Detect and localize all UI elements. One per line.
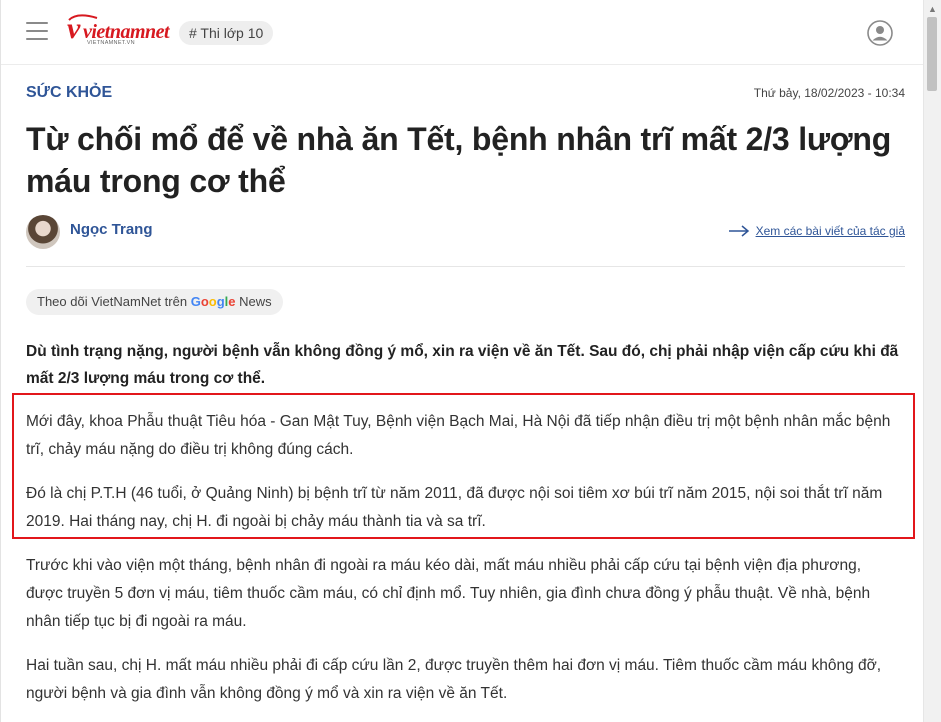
article-page: v vietnamnet VIETNAMNET.VN # Thi lớp 10 … [0,0,925,722]
menu-button[interactable] [26,22,48,42]
arrow-right-icon [728,225,749,237]
author-articles-link[interactable]: Xem các bài viết của tác giả [728,224,905,238]
paragraph-2: Đó là chị P.T.H (46 tuổi, ở Quảng Ninh) … [26,485,883,530]
divider [26,266,905,267]
author-articles-label: Xem các bài viết của tác giả [755,224,905,238]
category-link[interactable]: SỨC KHỎE [26,83,112,103]
follow-prefix: Theo dõi VietNamNet trên [37,294,188,309]
follow-suffix: News [239,294,272,309]
article-title: Từ chối mổ để về nhà ăn Tết, bệnh nhân t… [26,121,892,199]
google-logo: Google [190,294,236,309]
paragraph-1: Mới đây, khoa Phẫu thuật Tiêu hóa - Gan … [26,413,891,458]
user-account-button[interactable] [867,20,893,46]
vertical-scrollbar[interactable]: ▲ [923,0,941,722]
author-row: Ngọc Trang Xem các bài viết của tác giả [26,213,905,253]
tag-thi-lop-10[interactable]: # Thi lớp 10 [179,21,274,45]
scroll-up-icon[interactable]: ▲ [924,0,941,17]
hamburger-icon [26,22,48,24]
follow-google-news-button[interactable]: Theo dõi VietNamNet trên Google News [26,289,283,315]
publish-date: Thứ bảy, 18/02/2023 - 10:34 [753,86,905,100]
scroll-thumb[interactable] [927,17,937,91]
logo-subtext: VIETNAMNET.VN [87,40,135,46]
author-avatar[interactable] [26,215,60,249]
vietnamnet-logo[interactable]: v vietnamnet VIETNAMNET.VN [67,14,170,50]
user-icon [867,20,893,46]
logo-text: vietnamnet [83,21,170,43]
site-header: v vietnamnet VIETNAMNET.VN # Thi lớp 10 [1,0,925,65]
paragraph-4: Hai tuần sau, chị H. mất máu nhiều phải … [26,657,882,702]
author-name[interactable]: Ngọc Trang [70,221,153,238]
paragraph-3: Trước khi vào viện một tháng, bệnh nhân … [26,557,871,630]
article-sapo: Dù tình trạng nặng, người bệnh vẫn không… [26,343,899,387]
